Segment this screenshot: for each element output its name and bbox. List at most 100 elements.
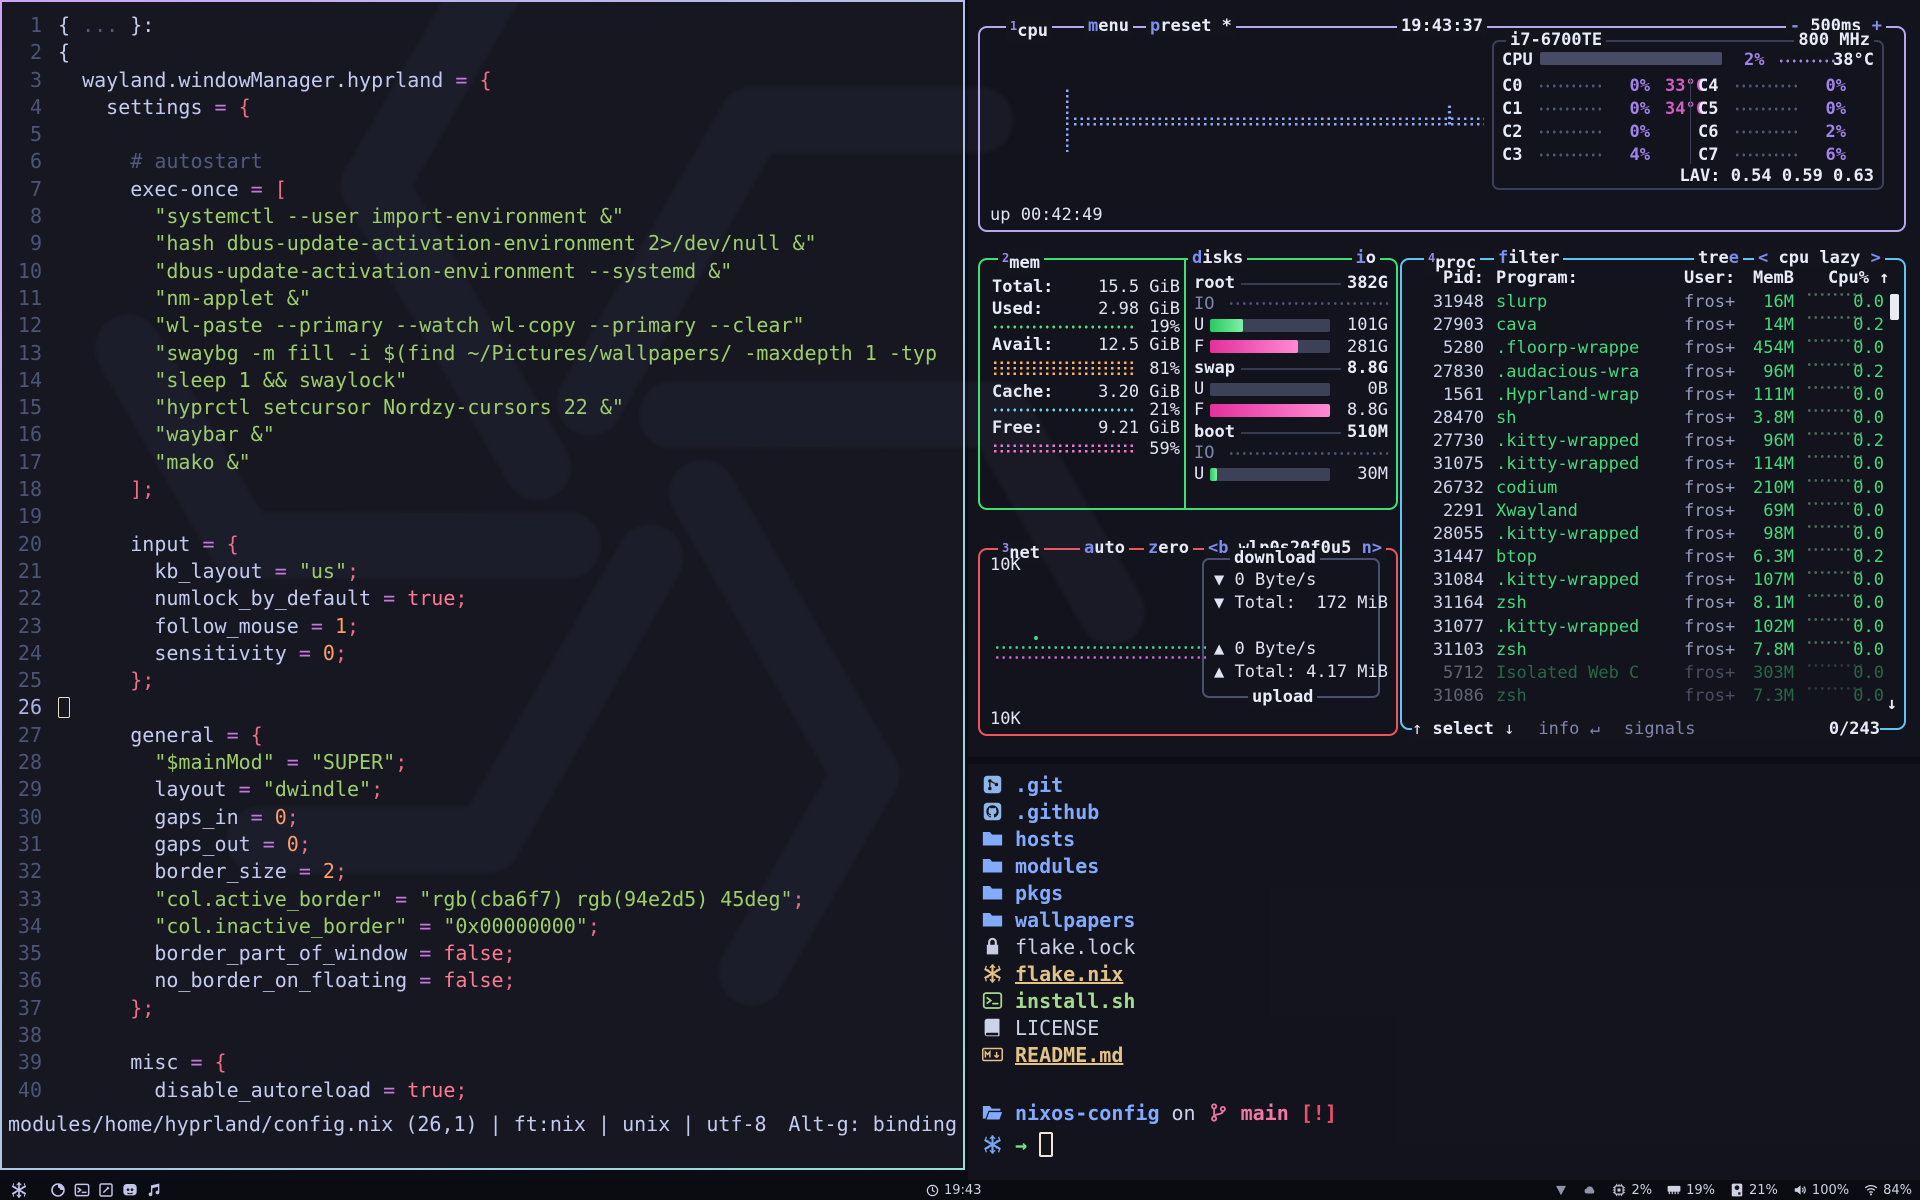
proc-sort-selector[interactable]: < cpu lazy > — [1754, 248, 1885, 269]
nix-launch-icon[interactable] — [10, 1181, 28, 1199]
code-line[interactable]: 8 "systemctl --user import-environment &… — [6, 203, 963, 230]
code-line[interactable]: 4 settings = { — [6, 94, 963, 121]
file-row[interactable]: wallpapers — [982, 907, 1135, 932]
cpu-box-title[interactable]: 1cpu — [1006, 16, 1052, 42]
process-row[interactable]: 31164zshfros+8.1M0.0 — [1402, 593, 1904, 616]
menu-button[interactable]: menu — [1084, 16, 1133, 37]
process-row[interactable]: 27903cavafros+14M0.2 — [1402, 315, 1904, 338]
code-line[interactable]: 5 — [6, 121, 963, 148]
file-row[interactable]: .git — [982, 772, 1063, 797]
code-line[interactable]: 33 "col.active_border" = "rgb(cba6f7) rg… — [6, 886, 963, 913]
code-line[interactable]: 14 "sleep 1 && swaylock" — [6, 367, 963, 394]
col-cpu[interactable]: Cpu% ↑ — [1828, 268, 1886, 288]
col-user[interactable]: User: — [1684, 268, 1742, 288]
proc-scrollbar-thumb[interactable] — [1890, 294, 1899, 320]
code-line[interactable]: 10 "dbus-update-activation-environment -… — [6, 258, 963, 285]
process-row[interactable]: 28470shfros+3.8M0.0 — [1402, 408, 1904, 431]
code-line[interactable]: 22 numlock_by_default = true; — [6, 585, 963, 612]
music-icon[interactable] — [146, 1182, 162, 1198]
proc-tree-button[interactable]: tree — [1694, 248, 1743, 269]
code-line[interactable]: 11 "nm-applet &" — [6, 285, 963, 312]
code-line[interactable]: 20 input = { — [6, 531, 963, 558]
code-line[interactable]: 1{ ... }: — [6, 12, 963, 39]
taskbar-clock[interactable]: 19:43 — [926, 1183, 981, 1198]
code-line[interactable]: 39 misc = { — [6, 1049, 963, 1076]
file-row[interactable]: .github — [982, 799, 1099, 824]
code-line[interactable]: 24 sensitivity = 0; — [6, 640, 963, 667]
code-line[interactable]: 36 no_border_on_floating = false; — [6, 967, 963, 994]
code-line[interactable]: 15 "hyprctl setcursor Nordzy-cursors 22 … — [6, 394, 963, 421]
preset-button[interactable]: preset * — [1146, 16, 1236, 37]
code-line[interactable]: 35 border_part_of_window = false; — [6, 940, 963, 967]
code-line[interactable]: 34 "col.inactive_border" = "0x00000000"; — [6, 913, 963, 940]
process-row[interactable]: 27830.audacious-wrafros+96M0.2 — [1402, 362, 1904, 385]
code-line[interactable]: 23 follow_mouse = 1; — [6, 613, 963, 640]
discord-icon[interactable] — [122, 1182, 138, 1198]
code-line[interactable]: 21 kb_layout = "us"; — [6, 558, 963, 585]
code-line[interactable]: 16 "waybar &" — [6, 421, 963, 448]
code-line[interactable]: 31 gaps_out = 0; — [6, 831, 963, 858]
process-row[interactable]: 31447btopfros+6.3M0.2 — [1402, 547, 1904, 570]
code-line[interactable]: 7 exec-once = [ — [6, 176, 963, 203]
select-hint[interactable]: ↑ select ↓ — [1412, 719, 1514, 740]
code-line[interactable]: 17 "mako &" — [6, 449, 963, 476]
process-row[interactable]: 26732codiumfros+210M0.0 — [1402, 478, 1904, 501]
taskbar-wifi-stat[interactable]: 84% — [1864, 1183, 1912, 1198]
code-line[interactable]: 9 "hash dbus-update-activation-environme… — [6, 230, 963, 257]
file-row[interactable]: install.sh — [982, 988, 1135, 1013]
process-row[interactable]: 31103zshfros+7.8M0.0 — [1402, 640, 1904, 663]
code-line[interactable]: 3 wayland.windowManager.hyprland = { — [6, 67, 963, 94]
file-row[interactable]: LICENSE — [982, 1015, 1099, 1040]
code-line[interactable]: 28 "$mainMod" = "SUPER"; — [6, 749, 963, 776]
file-row[interactable]: flake.lock — [982, 934, 1135, 959]
browser-icon[interactable] — [50, 1182, 66, 1198]
net-auto-button[interactable]: auto — [1080, 538, 1129, 559]
file-row[interactable]: pkgs — [982, 880, 1063, 905]
process-row[interactable]: 27730.kitty-wrappedfros+96M0.2 — [1402, 431, 1904, 454]
code-line[interactable]: 40 disable_autoreload = true; — [6, 1077, 963, 1104]
col-memb[interactable]: MemB — [1736, 268, 1794, 288]
taskbar-chip-stat[interactable]: 2% — [1612, 1183, 1652, 1198]
code-line[interactable]: 19 — [6, 503, 963, 530]
terminal-pane[interactable]: .git.githubhostsmodulespkgswallpapersfla… — [968, 764, 1920, 1180]
process-row[interactable]: 31084.kitty-wrappedfros+107M0.0 — [1402, 570, 1904, 593]
taskbar-ram-stat[interactable]: 19% — [1667, 1183, 1715, 1198]
col-pid[interactable]: Pid: — [1408, 268, 1484, 288]
code-line[interactable]: 30 gaps_in = 0; — [6, 804, 963, 831]
mem-box-title[interactable]: 2mem — [998, 248, 1044, 274]
process-row[interactable]: 31075.kitty-wrappedfros+114M0.0 — [1402, 454, 1904, 477]
file-row[interactable]: hosts — [982, 826, 1075, 851]
signals-hint[interactable]: signals — [1624, 719, 1696, 740]
prompt-input-line[interactable]: → — [982, 1132, 1053, 1157]
code-line[interactable]: 27 general = { — [6, 722, 963, 749]
code-line[interactable]: 6 # autostart — [6, 148, 963, 175]
code-line[interactable]: 25 }; — [6, 667, 963, 694]
process-row[interactable]: 1561.Hyprland-wrapfros+111M0.0 — [1402, 385, 1904, 408]
code-line[interactable]: 26 — [6, 694, 963, 721]
proc-filter-button[interactable]: filter — [1494, 248, 1563, 269]
col-program[interactable]: Program: — [1496, 268, 1678, 288]
notes-icon[interactable] — [98, 1182, 114, 1198]
code-line[interactable]: 37 }; — [6, 995, 963, 1022]
code-line[interactable]: 38 — [6, 1022, 963, 1049]
code-line[interactable]: 18 ]; — [6, 476, 963, 503]
taskbar-speaker-stat[interactable]: 100% — [1793, 1183, 1849, 1198]
taskbar-hdd-stat[interactable]: 21% — [1730, 1183, 1778, 1198]
process-row[interactable]: 31948slurpfros+16M0.0 — [1402, 292, 1904, 315]
process-row[interactable]: 5712Isolated Web Cfros+303M0.0 — [1402, 663, 1904, 686]
process-row[interactable]: 31086zshfros+7.3M0.0 — [1402, 686, 1904, 709]
code-line[interactable]: 32 border_size = 2; — [6, 858, 963, 885]
code-line[interactable]: 13 "swaybg -m fill -i $(find ~/Pictures/… — [6, 340, 963, 367]
code-area[interactable]: 1{ ... }:2{3 wayland.windowManager.hyprl… — [2, 12, 963, 1104]
code-line[interactable]: 2{ — [6, 39, 963, 66]
file-row[interactable]: README.md — [982, 1042, 1123, 1067]
terminal-icon[interactable] — [74, 1182, 90, 1198]
taskbar-wifi-down-stat[interactable] — [1554, 1183, 1568, 1197]
info-hint[interactable]: info ↵ — [1538, 719, 1599, 740]
process-row[interactable]: 2291Xwaylandfros+69M0.0 — [1402, 501, 1904, 524]
net-zero-button[interactable]: zero — [1144, 538, 1193, 559]
taskbar-cloud-stat[interactable] — [1583, 1183, 1597, 1197]
file-row[interactable]: modules — [982, 853, 1099, 878]
scroll-down-icon[interactable]: ↓ — [1887, 694, 1897, 714]
file-row[interactable]: flake.nix — [982, 961, 1123, 986]
